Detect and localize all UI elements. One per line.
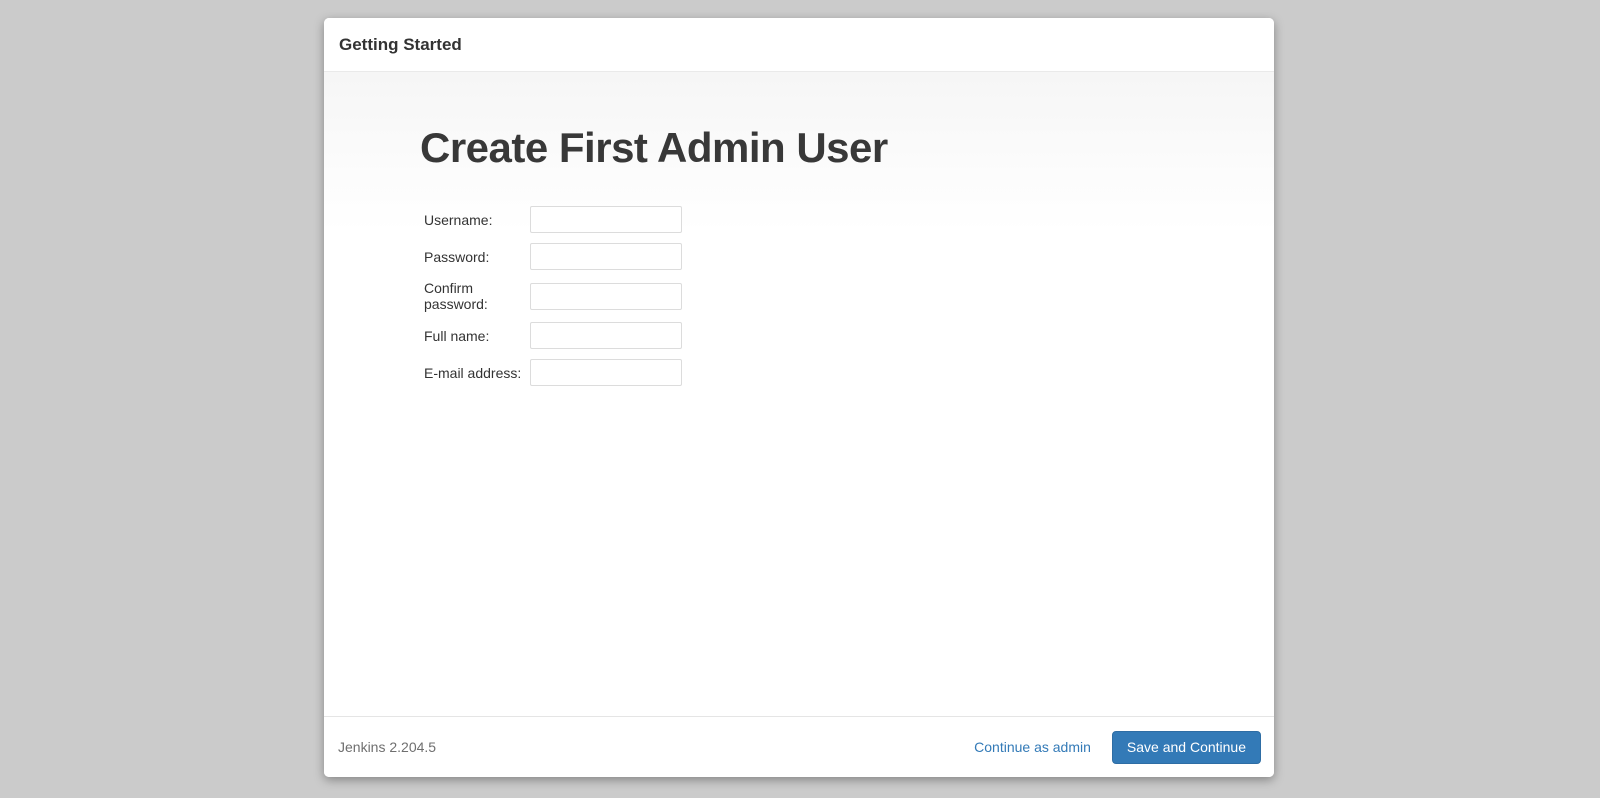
form-row-email: E-mail address: [424, 359, 1274, 386]
form-row-password: Password: [424, 243, 1274, 270]
confirm-password-label: Confirm password: [424, 280, 530, 312]
page-title: Create First Admin User [420, 124, 1274, 172]
continue-as-admin-link[interactable]: Continue as admin [974, 739, 1091, 755]
email-input[interactable] [530, 359, 682, 386]
dialog-title: Getting Started [339, 35, 462, 55]
admin-user-form: Username: Password: Confirm password: Fu… [420, 206, 1274, 386]
password-label: Password: [424, 249, 530, 265]
dialog-footer: Jenkins 2.204.5 Continue as admin Save a… [324, 716, 1274, 777]
password-input[interactable] [530, 243, 682, 270]
full-name-input[interactable] [530, 322, 682, 349]
form-row-full-name: Full name: [424, 322, 1274, 349]
dialog-header: Getting Started [324, 18, 1274, 72]
username-input[interactable] [530, 206, 682, 233]
username-label: Username: [424, 212, 530, 228]
form-row-username: Username: [424, 206, 1274, 233]
form-row-confirm-password: Confirm password: [424, 280, 1274, 312]
page-background: { "header": { "title": "Getting Started"… [0, 0, 1600, 798]
email-label: E-mail address: [424, 365, 530, 381]
setup-wizard-dialog: Getting Started Create First Admin User … [324, 18, 1274, 777]
confirm-password-input[interactable] [530, 283, 682, 310]
jenkins-version-label: Jenkins 2.204.5 [338, 739, 436, 755]
dialog-body: Create First Admin User Username: Passwo… [324, 72, 1274, 716]
save-and-continue-button[interactable]: Save and Continue [1112, 731, 1261, 764]
full-name-label: Full name: [424, 328, 530, 344]
